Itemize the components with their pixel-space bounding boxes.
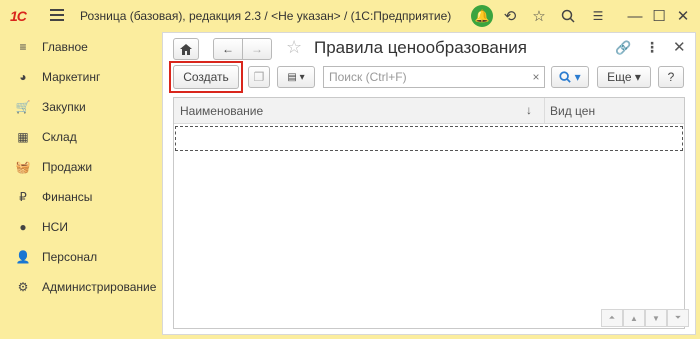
sidebar-item-label: Главное: [42, 40, 88, 54]
sidebar-item-main[interactable]: ≡ Главное: [0, 32, 160, 62]
forward-button[interactable]: →: [242, 38, 272, 60]
sort-arrow-icon[interactable]: ↓: [526, 103, 532, 117]
app-logo: 1С: [10, 8, 27, 24]
sidebar: ≡ Главное ◕ Маркетинг 🛒 Закупки ▦ Склад …: [0, 32, 160, 339]
ruble-icon: ₽: [19, 190, 27, 204]
sidebar-item-finance[interactable]: ₽ Финансы: [0, 182, 160, 212]
menu-icon[interactable]: ☰: [587, 5, 609, 27]
pricing-rules-table[interactable]: Наименование ↓ Вид цен: [173, 97, 685, 329]
sidebar-item-label: Персонал: [42, 250, 98, 264]
close-form-icon[interactable]: ✕: [673, 38, 686, 56]
close-icon[interactable]: ✕: [672, 5, 694, 27]
sidebar-item-label: Продажи: [42, 160, 93, 174]
star-icon[interactable]: ☆: [528, 5, 550, 27]
help-button[interactable]: ?: [658, 66, 684, 88]
more-button[interactable]: Еще ▾: [597, 66, 651, 88]
app-title: Розница (базовая), редакция 2.3 / <Не ук…: [80, 9, 452, 23]
more-vertical-icon[interactable]: ⋮: [645, 39, 659, 56]
page-title: Правила ценообразования: [314, 38, 527, 57]
sidebar-item-warehouse[interactable]: ▦ Склад: [0, 122, 160, 152]
cart-icon: 🛒: [15, 100, 31, 114]
back-button[interactable]: ←: [213, 38, 243, 60]
sidebar-item-sales[interactable]: 🧺 Продажи: [0, 152, 160, 182]
column-price-type-header[interactable]: Вид цен: [550, 104, 595, 118]
main-menu-icon[interactable]: [50, 9, 64, 21]
link-icon[interactable]: 🔗: [615, 40, 631, 56]
scroll-buttons: ⏶ ▲ ▼ ⏷: [601, 309, 689, 327]
table-header: Наименование ↓ Вид цен: [174, 98, 684, 124]
bell-icon[interactable]: 🔔: [471, 5, 493, 27]
reference-icon: ●: [19, 220, 27, 234]
scroll-bottom-icon[interactable]: ⏷: [667, 309, 689, 327]
sidebar-item-label: Финансы: [42, 190, 93, 204]
title-bar: 1С Розница (базовая), редакция 2.3 / <Не…: [0, 0, 700, 32]
sidebar-item-personnel[interactable]: 👤 Персонал: [0, 242, 160, 272]
sidebar-item-marketing[interactable]: ◕ Маркетинг: [0, 62, 160, 92]
more-label: Еще: [607, 70, 632, 84]
sidebar-item-administration[interactable]: ⚙ Администрирование: [0, 272, 160, 302]
search-icon[interactable]: [557, 5, 579, 27]
warehouse-icon: ▦: [17, 130, 29, 144]
scroll-up-icon[interactable]: ▲: [623, 309, 645, 327]
search-button[interactable]: ▾: [551, 66, 589, 88]
sidebar-item-nsi[interactable]: ● НСИ: [0, 212, 160, 242]
main-icon: ≡: [19, 40, 27, 54]
clear-search-icon[interactable]: ×: [528, 68, 544, 86]
sidebar-item-label: Администрирование: [42, 280, 157, 294]
sidebar-item-label: Склад: [42, 130, 77, 144]
column-divider: [544, 98, 545, 124]
favorite-star-icon[interactable]: ☆: [286, 37, 302, 58]
column-name-header[interactable]: Наименование: [180, 104, 263, 118]
form-panel: ← → ☆ Правила ценообразования 🔗 ⋮ ✕ Созд…: [162, 32, 696, 335]
table-row[interactable]: [175, 126, 683, 151]
home-button[interactable]: [173, 38, 199, 60]
basket-icon: 🧺: [15, 160, 31, 174]
pie-chart-icon: ◕: [19, 70, 27, 84]
scroll-down-icon[interactable]: ▼: [645, 309, 667, 327]
gear-icon: ⚙: [17, 280, 29, 294]
search-input[interactable]: Поиск (Ctrl+F): [323, 66, 545, 88]
sidebar-item-label: Маркетинг: [42, 70, 101, 84]
scroll-top-icon[interactable]: ⏶: [601, 309, 623, 327]
create-button[interactable]: Создать: [173, 65, 239, 89]
minimize-icon[interactable]: —: [624, 5, 646, 27]
maximize-icon[interactable]: ☐: [648, 5, 670, 27]
sidebar-item-label: Закупки: [42, 100, 86, 114]
sidebar-item-label: НСИ: [42, 220, 68, 234]
report-button[interactable]: ▤ ▾: [277, 66, 315, 88]
person-icon: 👤: [15, 250, 31, 264]
sidebar-item-purchases[interactable]: 🛒 Закупки: [0, 92, 160, 122]
copy-button[interactable]: ❐: [248, 66, 270, 88]
history-icon[interactable]: ⟲: [499, 5, 521, 27]
